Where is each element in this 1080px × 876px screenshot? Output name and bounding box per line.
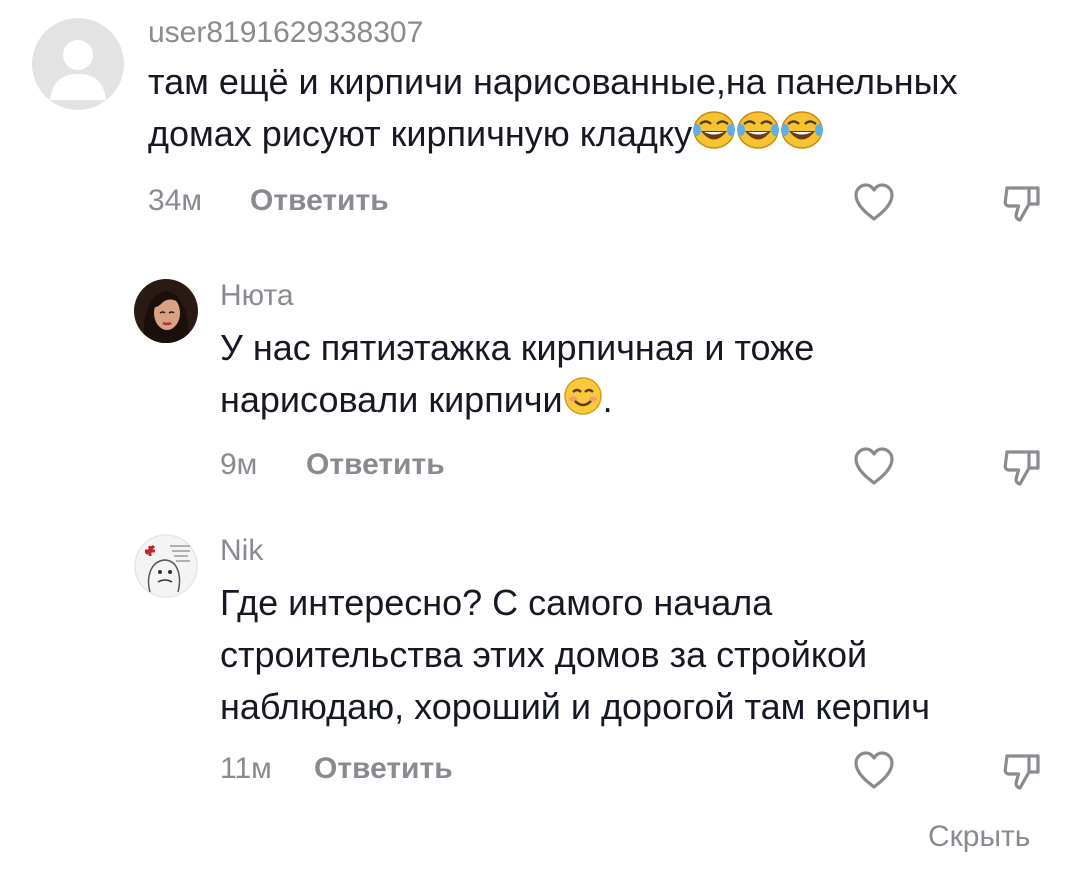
comment-text-line: там ещё и кирпичи нарисованные,на панель… — [148, 61, 958, 102]
comment-text-line: У нас пятиэтажка кирпичная и тоже — [220, 327, 815, 368]
comment-text: там ещё и кирпичи нарисованные,на панель… — [148, 56, 958, 160]
comment-username[interactable]: user8191629338307 — [148, 16, 423, 50]
hide-replies-button[interactable]: Скрыть — [928, 820, 1030, 854]
avatar-nyuta[interactable] — [134, 279, 198, 343]
heart-icon[interactable] — [850, 746, 898, 794]
comment-text-line: домах рисуют кирпичную кладку — [148, 108, 958, 160]
face-with-tears-of-joy-icon — [692, 110, 736, 150]
user-photo-icon — [134, 279, 198, 343]
thumbs-down-icon[interactable] — [998, 178, 1046, 226]
reply-button[interactable]: Ответить — [306, 448, 445, 482]
comment-timestamp: 11м — [220, 752, 272, 785]
meme-sketch-avatar-icon — [134, 534, 198, 598]
smiling-face-with-smiling-eyes-icon — [563, 376, 603, 416]
comment-text-line: наблюдаю, хороший и дорогой там керпич — [220, 686, 930, 727]
avatar-nik[interactable] — [134, 534, 198, 598]
comment-username[interactable]: Нюта — [220, 279, 294, 313]
comment-text-line: строительства этих домов за стройкой — [220, 634, 868, 675]
comment-text-line-content: нарисовали кирпичи — [220, 379, 563, 420]
avatar-default[interactable] — [32, 18, 124, 110]
thumbs-down-icon[interactable] — [998, 442, 1046, 490]
comment-timestamp: 34м — [148, 184, 202, 217]
heart-icon[interactable] — [850, 442, 898, 490]
comment-timestamp: 9м — [220, 448, 258, 481]
default-avatar-icon — [32, 18, 124, 110]
comment-text-line-suffix: . — [602, 379, 613, 420]
comment-text-line: Где интересно? С самого начала — [220, 582, 773, 623]
comment-username[interactable]: Nik — [220, 534, 263, 568]
face-with-tears-of-joy-icon — [736, 110, 780, 150]
reply-button[interactable]: Ответить — [314, 752, 453, 786]
face-with-tears-of-joy-icon — [780, 110, 824, 150]
reply-button[interactable]: Ответить — [250, 184, 389, 218]
comment-text-line: нарисовали кирпичи. — [220, 374, 814, 426]
heart-icon[interactable] — [850, 178, 898, 226]
comment-text-line-content: домах рисуют кирпичную кладку — [148, 113, 693, 154]
comment-text: У нас пятиэтажка кирпичная и тоже нарисо… — [220, 322, 814, 426]
comment-text: Где интересно? С самого начала строитель… — [220, 577, 930, 733]
thumbs-down-icon[interactable] — [998, 746, 1046, 794]
